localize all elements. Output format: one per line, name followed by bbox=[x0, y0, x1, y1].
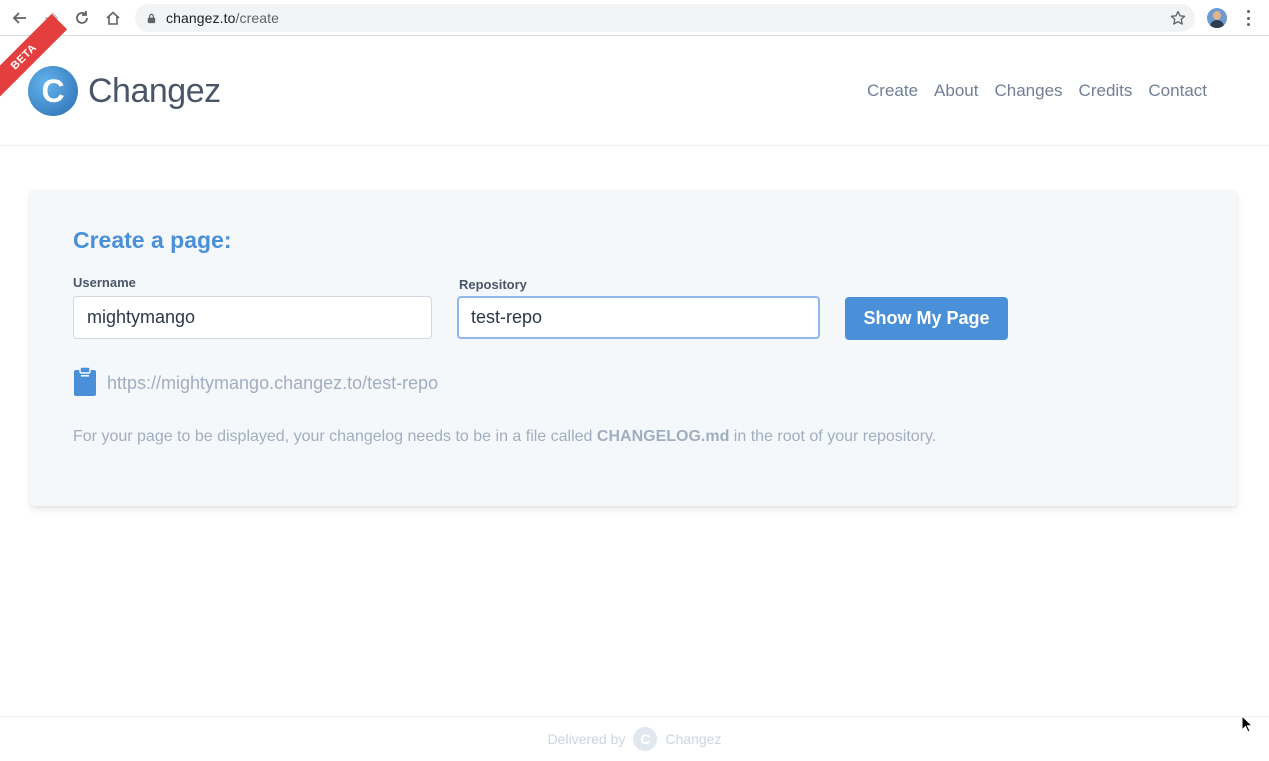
back-button[interactable] bbox=[10, 8, 30, 28]
browser-menu-icon[interactable] bbox=[1240, 10, 1256, 26]
site-footer: Delivered by C Changez bbox=[0, 716, 1269, 761]
create-page-card: Create a page: Username Repository Show … bbox=[30, 190, 1237, 506]
url-domain: changez.to bbox=[166, 10, 236, 26]
nav-link-create[interactable]: Create bbox=[867, 81, 918, 101]
show-my-page-button[interactable]: Show My Page bbox=[845, 297, 1008, 340]
help-text-prefix: For your page to be displayed, your chan… bbox=[73, 428, 597, 445]
url-path: /create bbox=[235, 10, 279, 26]
card-title: Create a page: bbox=[73, 227, 232, 253]
help-text: For your page to be displayed, your chan… bbox=[73, 428, 936, 446]
repository-label: Repository bbox=[459, 277, 527, 292]
nav-link-contact[interactable]: Contact bbox=[1148, 81, 1207, 101]
nav-link-about[interactable]: About bbox=[934, 81, 978, 101]
generated-page-url: https://mightymango.changez.to/test-repo bbox=[107, 373, 439, 393]
home-icon bbox=[106, 11, 120, 25]
changelog-filename: CHANGELOG.md bbox=[596, 428, 730, 445]
browser-toolbar: changez.to/create bbox=[0, 0, 1269, 36]
bookmark-star-icon[interactable] bbox=[1170, 10, 1186, 26]
back-arrow-icon bbox=[12, 12, 26, 24]
avatar-head bbox=[1213, 11, 1221, 20]
mouse-cursor-icon bbox=[1241, 715, 1253, 733]
nav-link-changes[interactable]: Changes bbox=[994, 81, 1062, 101]
clipboard-icon[interactable] bbox=[73, 367, 97, 397]
nav-link-credits[interactable]: Credits bbox=[1079, 81, 1133, 101]
address-url: changez.to/create bbox=[166, 10, 279, 26]
help-text-suffix: in the root of your repository. bbox=[729, 428, 937, 445]
reload-icon bbox=[76, 11, 88, 24]
logo-text: Changez bbox=[88, 71, 221, 110]
main-nav: Create About Changes Credits Contact bbox=[867, 81, 1207, 101]
lock-icon bbox=[146, 12, 158, 24]
footer-brand[interactable]: Changez bbox=[665, 731, 721, 747]
username-label: Username bbox=[73, 275, 136, 290]
site-header: BETA C Changez Create About Changes Cred… bbox=[0, 13, 1269, 146]
delivered-by-text: Delivered by bbox=[547, 731, 626, 747]
avatar-body bbox=[1210, 20, 1224, 28]
profile-avatar[interactable] bbox=[1207, 8, 1227, 28]
repository-input[interactable] bbox=[457, 296, 820, 339]
home-button[interactable] bbox=[103, 8, 123, 28]
username-input[interactable] bbox=[73, 296, 432, 339]
changez-logo-icon: C bbox=[28, 66, 78, 116]
footer-logo-icon: C bbox=[633, 727, 658, 751]
address-bar[interactable]: changez.to/create bbox=[135, 4, 1195, 32]
site-logo[interactable]: C Changez bbox=[28, 66, 221, 116]
reload-button[interactable] bbox=[72, 8, 92, 28]
